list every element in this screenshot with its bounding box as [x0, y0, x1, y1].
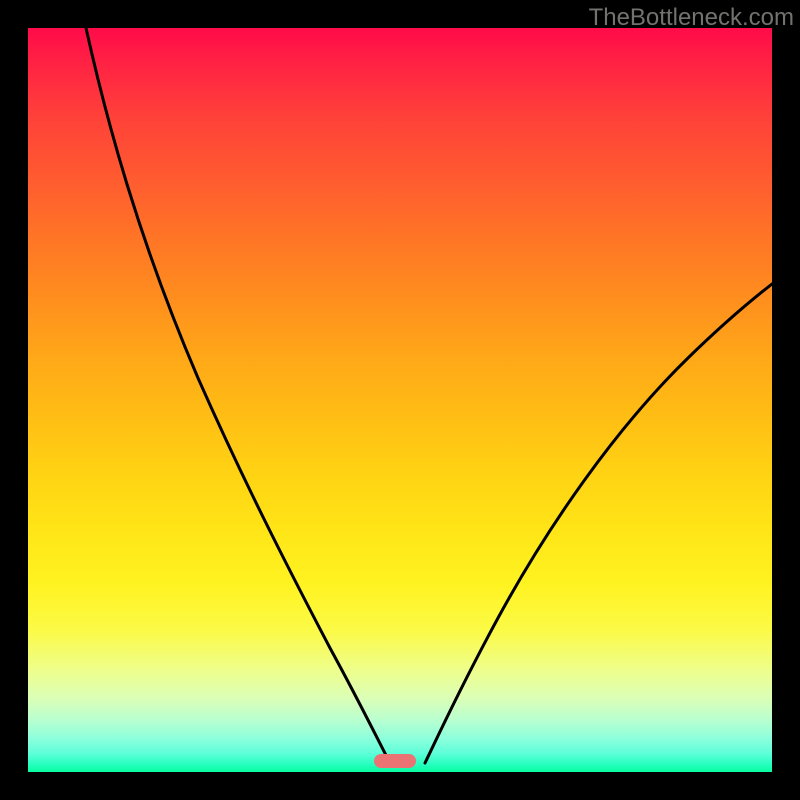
bottleneck-curve — [28, 28, 772, 772]
chart-frame: TheBottleneck.com — [0, 0, 800, 800]
curve-right-branch — [425, 284, 772, 763]
optimal-marker — [374, 754, 416, 768]
curve-left-branch — [86, 28, 390, 763]
watermark-text: TheBottleneck.com — [589, 4, 794, 32]
plot-area — [28, 28, 772, 772]
